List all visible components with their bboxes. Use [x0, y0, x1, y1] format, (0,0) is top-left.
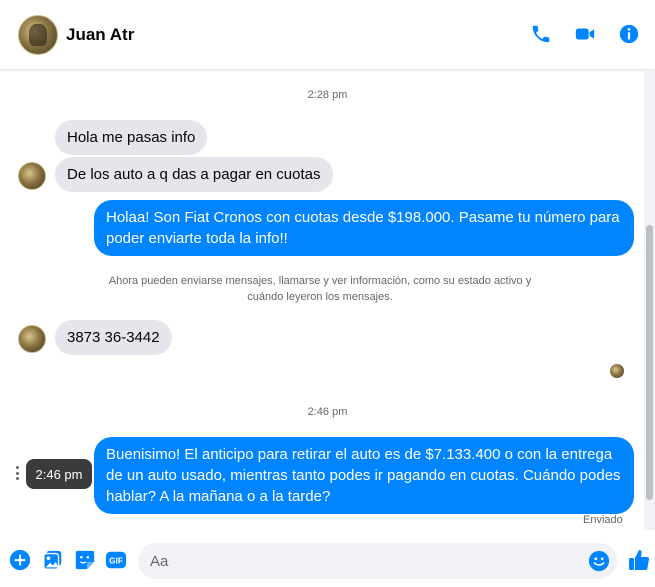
system-notice: Ahora pueden enviarse mensajes, llamarse…: [108, 275, 532, 303]
contact-name[interactable]: Juan Atr: [66, 25, 134, 45]
composer-bar: GIF: [0, 540, 655, 587]
timestamp-separator: 2:28 pm: [307, 89, 348, 101]
emoji-icon[interactable]: [588, 550, 610, 572]
info-icon[interactable]: [617, 22, 641, 46]
gif-icon[interactable]: GIF: [105, 549, 127, 571]
timestamp-separator: 2:46 pm: [307, 406, 348, 418]
outgoing-message[interactable]: Buenisimo! El anticipo para retirar el a…: [94, 437, 634, 514]
time-tooltip: 2:46 pm: [26, 459, 92, 489]
phone-icon[interactable]: [529, 22, 553, 46]
outgoing-message[interactable]: Holaa! Son Fiat Cronos con cuotas desde …: [94, 200, 634, 256]
sender-avatar[interactable]: [18, 162, 46, 190]
more-options-icon[interactable]: [13, 463, 21, 483]
photo-icon[interactable]: [42, 549, 64, 571]
message-input[interactable]: [150, 543, 580, 579]
chat-scrollbar[interactable]: [644, 70, 655, 530]
video-camera-icon[interactable]: [573, 22, 597, 46]
incoming-message[interactable]: 3873 36-3442: [55, 320, 172, 355]
sticker-icon[interactable]: [74, 549, 96, 571]
scroll-thumb[interactable]: [646, 225, 653, 500]
header-actions: [529, 22, 641, 46]
plus-icon[interactable]: [9, 549, 31, 571]
message-status: Enviado: [583, 514, 623, 526]
thumbs-up-icon[interactable]: [627, 548, 651, 572]
chat-header: Juan Atr: [0, 0, 655, 70]
contact-avatar[interactable]: [18, 14, 58, 55]
incoming-message[interactable]: De los auto a q das a pagar en cuotas: [55, 157, 333, 192]
svg-text:GIF: GIF: [109, 557, 123, 566]
sender-avatar[interactable]: [18, 325, 46, 353]
incoming-message[interactable]: Hola me pasas info: [55, 120, 208, 155]
message-input-container[interactable]: [138, 543, 617, 579]
read-receipt-avatar: [610, 364, 624, 378]
